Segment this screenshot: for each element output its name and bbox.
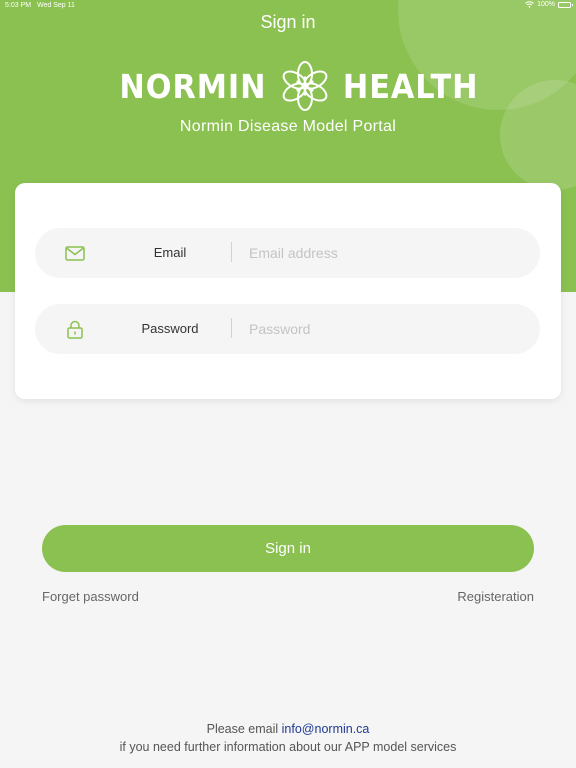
- footer-prefix: Please email: [206, 722, 282, 736]
- sign-in-button[interactable]: Sign in: [42, 525, 534, 572]
- battery-icon: [558, 1, 573, 8]
- footer-line-1: Please email info@normin.ca: [0, 720, 576, 738]
- envelope-icon: [65, 243, 85, 263]
- forget-password-link[interactable]: Forget password: [42, 589, 139, 604]
- field-divider: [231, 242, 232, 262]
- password-input[interactable]: [249, 304, 529, 354]
- login-form-card: Email Password: [15, 183, 561, 399]
- wifi-icon: [525, 1, 534, 8]
- logo-word-normin: NORMIN: [119, 66, 267, 106]
- footer-line-2: if you need further information about ou…: [119, 740, 457, 754]
- lock-icon: [65, 319, 85, 339]
- email-label: Email: [153, 245, 187, 260]
- status-bar: 5:03 PM Wed Sep 11 100%: [0, 0, 576, 12]
- email-input[interactable]: [249, 228, 529, 278]
- portal-subtitle: Normin Disease Model Portal: [179, 118, 397, 135]
- sign-in-screen: 5:03 PM Wed Sep 11 100% Sign in NORMIN H…: [0, 0, 576, 768]
- status-time: 5:03 PM: [5, 2, 32, 9]
- field-divider: [231, 318, 232, 338]
- email-field[interactable]: Email: [35, 228, 540, 278]
- normin-health-logo: NORMIN HEALTH: [113, 60, 477, 112]
- battery-percent: 100%: [537, 1, 555, 8]
- status-indicators: 100%: [525, 1, 573, 8]
- page-title: Sign in: [260, 12, 316, 32]
- registration-link[interactable]: Registeration: [457, 589, 534, 604]
- password-field[interactable]: Password: [35, 304, 540, 354]
- status-date: Wed Sep 11: [37, 2, 75, 9]
- footer-contact: Please email info@normin.ca if you need …: [0, 720, 576, 756]
- logo-word-health: HEALTH: [342, 66, 479, 106]
- contact-email-link[interactable]: info@normin.ca: [282, 722, 370, 736]
- logo-emblem-icon: [273, 60, 337, 112]
- password-label: Password: [141, 321, 199, 336]
